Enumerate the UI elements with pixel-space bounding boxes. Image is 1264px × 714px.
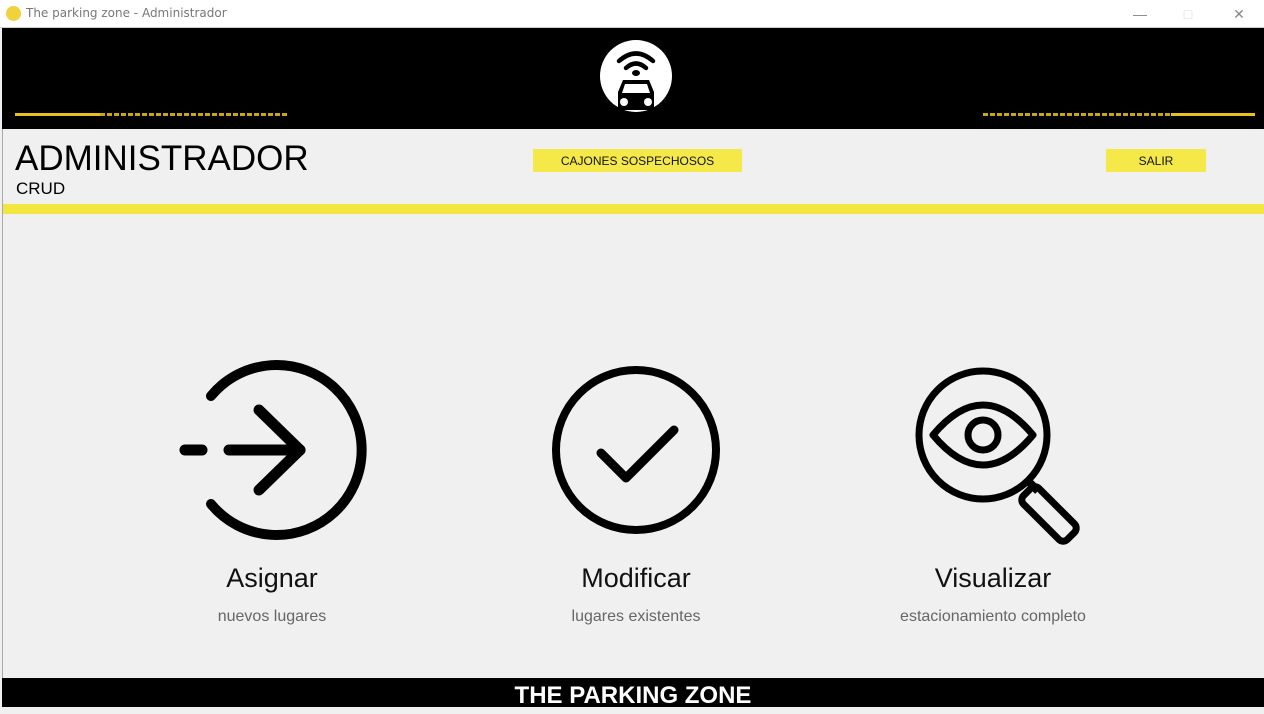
view-card[interactable]: Visualizar estacionamiento completo xyxy=(833,355,1153,626)
view-title: Visualizar xyxy=(934,563,1052,593)
title-bar: The parking zone - Administrador — □ ✕ xyxy=(0,0,1264,28)
page-title: ADMINISTRADOR xyxy=(15,139,309,178)
footer-brand: THE PARKING ZONE xyxy=(2,678,1264,709)
modify-subtitle: lugares existentes xyxy=(571,608,701,625)
exit-button[interactable]: SALIR xyxy=(1106,149,1206,172)
right-stripe-dashed xyxy=(983,113,1171,116)
accent-divider xyxy=(3,204,1264,214)
app-icon xyxy=(6,6,21,21)
page-subtitle: CRUD xyxy=(16,179,66,198)
modify-title: Modificar xyxy=(581,563,691,593)
assign-card[interactable]: Asignar nuevos lugares xyxy=(112,355,432,626)
assign-title: Asignar xyxy=(226,563,318,593)
left-stripe-dashed xyxy=(100,113,288,116)
view-subtitle: estacionamiento completo xyxy=(900,608,1086,625)
maximize-button[interactable]: □ xyxy=(1165,0,1211,28)
assign-subtitle: nuevos lugares xyxy=(217,608,327,625)
suspicious-spots-button[interactable]: CAJONES SOSPECHOSOS xyxy=(533,149,742,172)
right-stripe xyxy=(1171,113,1255,116)
wifi-car-icon xyxy=(600,40,672,112)
close-button[interactable]: ✕ xyxy=(1216,0,1262,28)
sign-in-arrow-icon xyxy=(179,360,367,540)
window-title: The parking zone - Administrador xyxy=(26,6,227,20)
check-circle-icon xyxy=(552,366,720,534)
modify-card[interactable]: Modificar lugares existentes xyxy=(476,355,796,626)
eye-magnifier-icon xyxy=(915,367,1080,545)
left-stripe xyxy=(15,113,100,116)
minimize-button[interactable]: — xyxy=(1117,0,1163,28)
